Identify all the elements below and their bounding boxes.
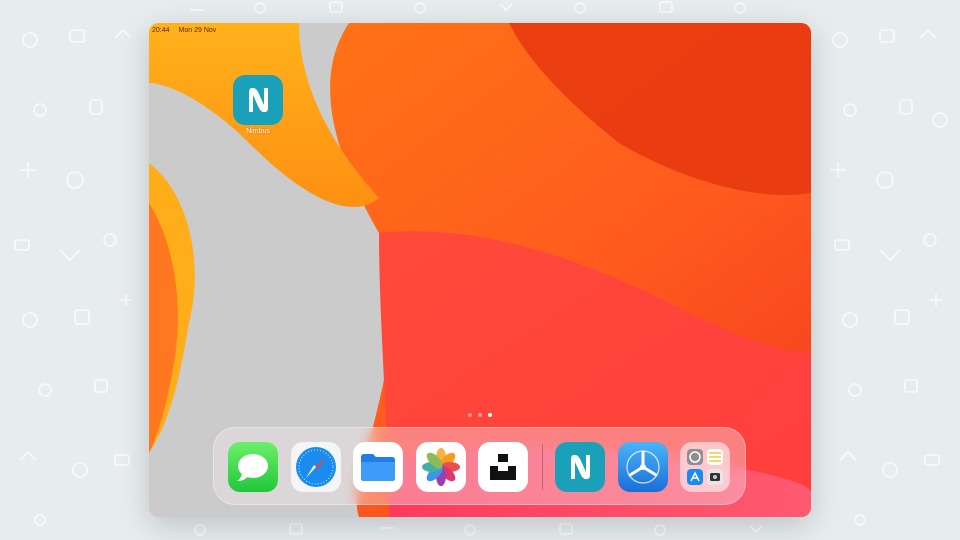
status-date: Mon 29 Nov (178, 26, 217, 34)
dock (213, 427, 746, 505)
page-dot-1[interactable] (468, 413, 472, 417)
photos-icon[interactable] (416, 442, 466, 492)
nimbus-icon[interactable] (555, 442, 605, 492)
testflight-icon[interactable] (618, 442, 668, 492)
home-app-label: Nimbus (246, 128, 270, 135)
dock-divider (542, 444, 543, 490)
files-glyph (361, 454, 395, 481)
home-app-nimbus[interactable]: Nimbus (233, 75, 283, 135)
app-library-icon[interactable] (680, 442, 730, 492)
page-dot-2[interactable] (478, 413, 482, 417)
unsplash-icon[interactable] (478, 442, 528, 492)
messages-glyph (237, 454, 268, 481)
ipad-screen: 20:44 Mon 29 Nov Nimbus (149, 23, 811, 517)
nimbus-icon[interactable] (233, 75, 283, 125)
files-icon[interactable] (353, 442, 403, 492)
safari-icon[interactable] (291, 442, 341, 492)
status-bar: 20:44 Mon 29 Nov (152, 24, 216, 36)
unsplash-glyph (490, 454, 516, 480)
status-time: 20:44 (152, 26, 170, 34)
safari-glyph (296, 447, 336, 487)
app-library-glyph (687, 449, 723, 485)
messages-icon[interactable] (228, 442, 278, 492)
nimbus-glyph (249, 87, 268, 113)
page-dot-3-active[interactable] (488, 413, 492, 417)
testflight-glyph (626, 450, 660, 484)
photos-glyph (422, 448, 460, 486)
page-indicator[interactable] (465, 412, 495, 418)
nimbus-glyph (571, 454, 590, 480)
